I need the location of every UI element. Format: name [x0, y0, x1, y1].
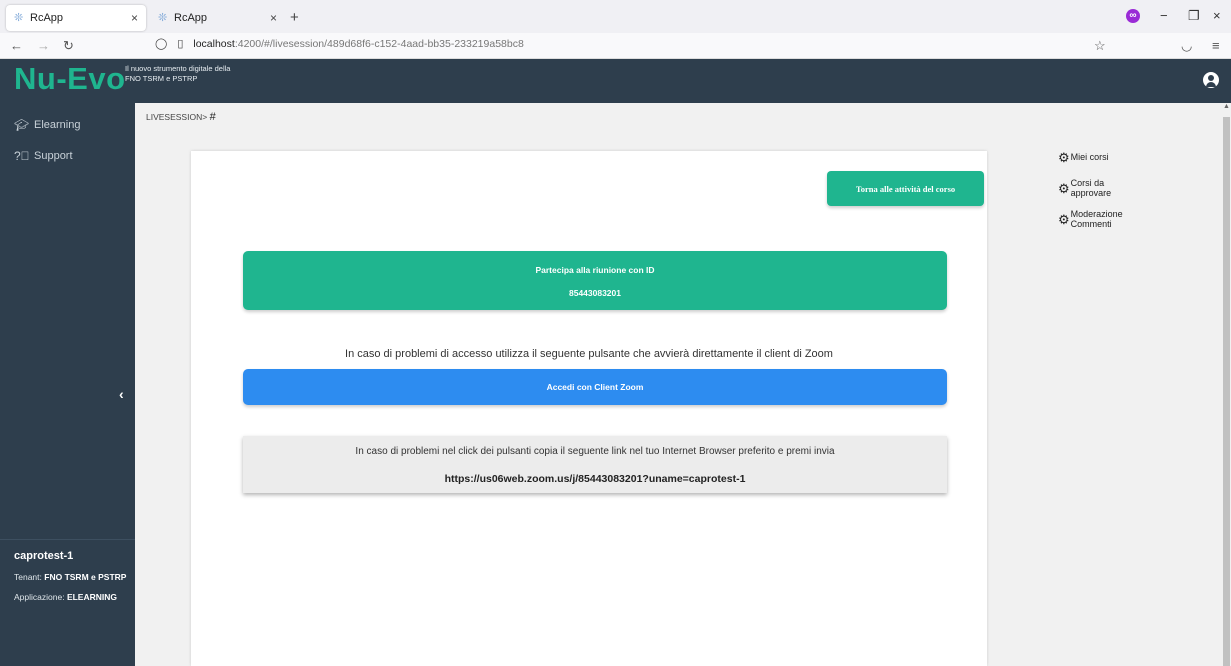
join-meeting-title: Partecipa alla riunione con ID	[535, 265, 655, 275]
reload-icon[interactable]: ↻	[63, 38, 74, 54]
sidebar-item-support[interactable]: ?⃝ Support	[14, 149, 73, 163]
forward-arrow-icon[interactable]: →	[37, 38, 50, 53]
tenant-value: FNO TSRM e PSTRP	[44, 572, 127, 582]
graduation-cap-icon: 🎓︎	[14, 118, 30, 132]
app-favicon-icon: ❊	[158, 12, 168, 24]
tenant-label: Tenant:	[14, 572, 42, 582]
browser-tab-bar: ❊ RcApp × ❊ RcApp × + ∞ − ❐ ×	[0, 0, 1231, 33]
scrollbar-thumb[interactable]	[1223, 117, 1230, 666]
sidebar-item-elearning[interactable]: 🎓︎ Elearning	[14, 118, 80, 132]
shield-icon: ◯	[155, 38, 168, 50]
menu-item-line2: approvare	[1070, 188, 1112, 198]
menu-item-corsi-da-approvare[interactable]: ⚙ Corsi da approvare	[1058, 178, 1111, 198]
url-path: :4200/#/livesession/489d68f6-c152-4aad-b…	[234, 37, 524, 50]
app-header: Nu-Evo Il nuovo strumento digitale della…	[0, 59, 1231, 103]
restore-icon[interactable]: ❐	[1188, 8, 1200, 24]
sidebar-divider	[0, 539, 135, 540]
user-name: caprotest-1	[14, 550, 74, 562]
scroll-up-icon[interactable]: ▲	[1223, 103, 1230, 110]
access-help-text: In caso di problemi di accesso utilizza …	[345, 348, 833, 360]
page-scrollbar[interactable]: ▲	[1222, 103, 1231, 666]
live-session-card: Torna alle attività del corso Partecipa …	[191, 151, 987, 666]
app-logo[interactable]: Nu-Evo	[14, 61, 126, 97]
url-host: localhost	[193, 37, 235, 50]
user-account-icon[interactable]	[1203, 72, 1219, 88]
window-close-icon[interactable]: ×	[1213, 8, 1221, 23]
application-value: ELEARNING	[66, 592, 117, 602]
menu-item-label: Corsi da approvare	[1071, 178, 1112, 198]
gear-icon: ⚙	[1058, 181, 1070, 196]
bookmark-star-icon[interactable]: ☆	[1094, 38, 1106, 54]
menu-item-label: Miei corsi	[1070, 152, 1109, 162]
browser-tab-title: RcApp	[30, 12, 64, 24]
page-icon: ▯	[177, 38, 184, 50]
menu-item-line1: Moderazione	[1070, 209, 1123, 219]
zoom-client-button[interactable]: Accedi con Client Zoom	[243, 369, 947, 405]
browser-tab-title: RcApp	[174, 12, 208, 24]
menu-item-miei-corsi[interactable]: ⚙ Miei corsi	[1058, 150, 1109, 165]
link-help-text: In caso di problemi nel click dei pulsan…	[355, 446, 835, 457]
menu-item-line2: Commenti	[1070, 219, 1112, 229]
sidebar: 🎓︎ Elearning ?⃝ Support ‹ caprotest-1 Te…	[0, 103, 135, 666]
minimize-icon[interactable]: −	[1160, 8, 1168, 23]
menu-item-label: Moderazione Commenti	[1071, 209, 1123, 229]
app-tagline: Il nuovo strumento digitale della FNO TS…	[125, 64, 231, 83]
close-tab-icon[interactable]: ×	[131, 11, 138, 25]
gear-icon: ⚙	[1058, 150, 1070, 165]
browser-tab-1[interactable]: ❊ RcApp ×	[6, 5, 146, 31]
question-circle-icon: ?⃝	[14, 149, 30, 163]
meeting-link-box: In caso di problemi nel click dei pulsan…	[243, 436, 947, 493]
breadcrumb-path[interactable]: LIVESESSION>	[146, 112, 207, 122]
back-to-course-activities-button[interactable]: Torna alle attività del corso	[827, 171, 984, 206]
url-field[interactable]: ◯ ▯ localhost:4200/#/livesession/489d68f…	[155, 37, 524, 51]
breadcrumb-current: #	[209, 111, 216, 123]
new-tab-icon[interactable]: +	[290, 9, 299, 26]
pocket-icon[interactable]: ◡	[1181, 38, 1192, 54]
browser-address-bar: ← → ↻ ◯ ▯ localhost:4200/#/livesession/4…	[0, 33, 1231, 59]
application-info: Applicazione: ELEARNING	[14, 592, 117, 602]
back-arrow-icon[interactable]: ←	[10, 38, 23, 53]
join-meeting-button[interactable]: Partecipa alla riunione con ID 854430832…	[243, 251, 947, 310]
close-tab-icon[interactable]: ×	[270, 11, 277, 25]
tenant-info: Tenant: FNO TSRM e PSTRP	[14, 572, 126, 582]
breadcrumb: LIVESESSION> #	[146, 111, 216, 123]
app-favicon-icon: ❊	[14, 12, 24, 24]
extension-icon[interactable]: ∞	[1126, 9, 1140, 23]
meeting-id: 85443083201	[568, 288, 621, 298]
menu-item-line1: Corsi da	[1070, 178, 1105, 188]
gear-icon: ⚙	[1058, 212, 1070, 227]
menu-icon[interactable]: ≡	[1212, 38, 1220, 53]
meeting-link[interactable]: https://us06web.zoom.us/j/85443083201?un…	[243, 473, 947, 485]
menu-item-moderazione-commenti[interactable]: ⚙ Moderazione Commenti	[1058, 209, 1123, 229]
sidebar-item-label: Support	[34, 150, 73, 162]
application-label: Applicazione:	[14, 592, 65, 602]
collapse-sidebar-icon[interactable]: ‹	[119, 386, 124, 402]
browser-tab-2[interactable]: ❊ RcApp ×	[150, 5, 285, 31]
sidebar-item-label: Elearning	[34, 119, 81, 131]
